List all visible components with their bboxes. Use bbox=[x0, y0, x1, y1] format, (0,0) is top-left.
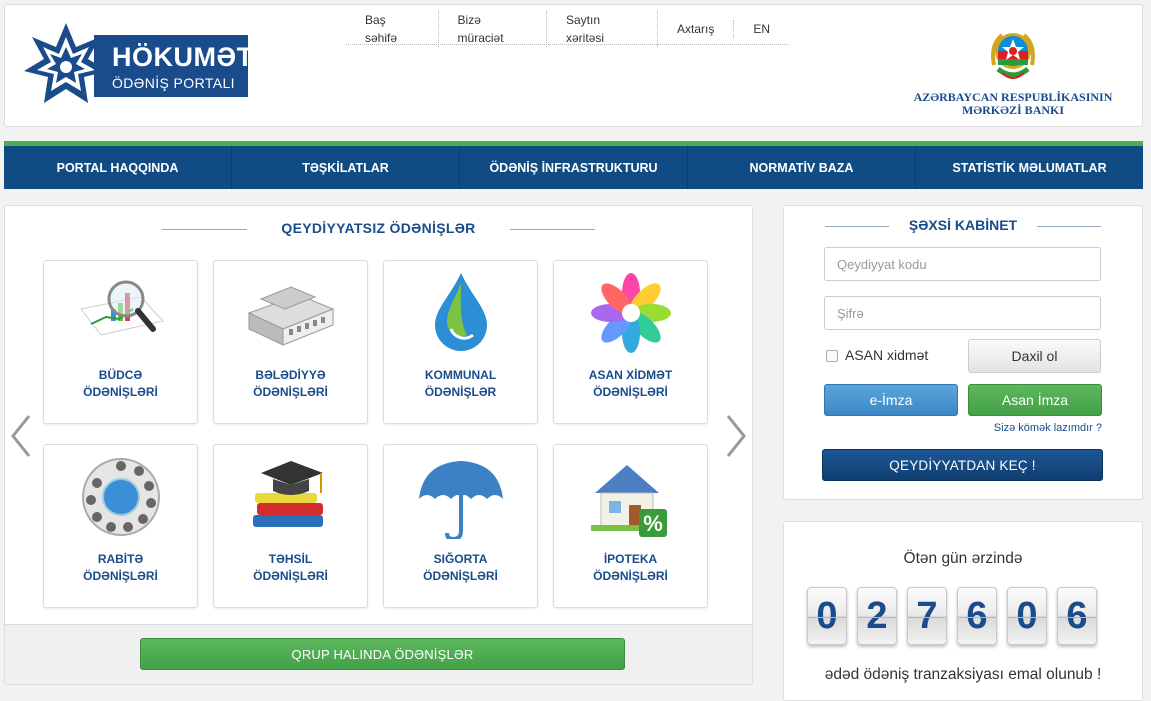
phone-dial-icon bbox=[82, 458, 160, 536]
bank-name-line2: MƏRKƏZİ BANKI bbox=[961, 103, 1065, 117]
payments-panel: QEYDİYYATSIZ ÖDƏNİŞLƏR BÜDCƏ ÖDƏNİŞLƏRİ bbox=[4, 205, 753, 685]
group-payments-button[interactable]: QRUP HALINDA ÖDƏNİŞLƏR bbox=[140, 638, 625, 670]
link-contact[interactable]: Bizə müraciət bbox=[439, 10, 547, 47]
cabinet-title-wrap: ŞƏXSİ KABİNET bbox=[784, 217, 1142, 233]
tile-label-line1: TƏHSİL bbox=[268, 552, 313, 566]
payments-title: QEYDİYYATSIZ ÖDƏNİŞLƏR bbox=[281, 220, 476, 236]
tile-label: BƏLƏDİYYƏ ÖDƏNİŞLƏRİ bbox=[214, 367, 367, 401]
tile-municipality[interactable]: BƏLƏDİYYƏ ÖDƏNİŞLƏRİ bbox=[213, 260, 368, 424]
tile-label-line1: SIĞORTA bbox=[433, 552, 488, 566]
tile-label-line1: RABİTƏ bbox=[97, 552, 144, 566]
counter-digit: 0 bbox=[807, 587, 847, 645]
link-language-en[interactable]: EN bbox=[734, 20, 789, 38]
group-payment-bar: QRUP HALINDA ÖDƏNİŞLƏR bbox=[5, 624, 752, 684]
asan-service-label: ASAN xidmət bbox=[845, 347, 929, 363]
tile-education[interactable]: TƏHSİL ÖDƏNİŞLƏRİ bbox=[213, 444, 368, 608]
register-button[interactable]: QEYDİYYATDAN KEÇ ! bbox=[822, 449, 1103, 481]
counter-digit: 6 bbox=[1057, 587, 1097, 645]
tile-label-line2: ÖDƏNİŞLƏRİ bbox=[253, 385, 328, 399]
tile-label: ASAN XİDMƏT ÖDƏNİŞLƏRİ bbox=[554, 367, 707, 401]
password-input[interactable]: Şifrə bbox=[824, 296, 1101, 330]
tile-label-line1: İPOTEKA bbox=[603, 552, 658, 566]
title-divider bbox=[509, 228, 595, 230]
house-percent-icon: % bbox=[591, 465, 667, 537]
cabinet-title: ŞƏXSİ KABİNET bbox=[908, 217, 1018, 233]
tile-label-line1: ASAN XİDMƏT bbox=[588, 368, 673, 382]
payments-title-wrap: QEYDİYYATSIZ ÖDƏNİŞLƏR bbox=[5, 220, 752, 236]
tile-label-line2: ÖDƏNİŞLƏRİ bbox=[423, 569, 498, 583]
nav-statistics[interactable]: STATİSTİK MƏLUMATLAR bbox=[916, 146, 1143, 189]
nav-organizations[interactable]: TƏŞKİLATLAR bbox=[232, 146, 460, 189]
tile-label-line2: ÖDƏNİŞLƏRİ bbox=[593, 569, 668, 583]
tile-label: SIĞORTA ÖDƏNİŞLƏRİ bbox=[384, 551, 537, 585]
counter-digits: 0 2 7 6 0 6 bbox=[807, 587, 1107, 645]
help-link[interactable]: Sizə kömək lazımdır ? bbox=[994, 422, 1102, 434]
nav-portal-about[interactable]: PORTAL HAQQINDA bbox=[4, 146, 232, 189]
login-button[interactable]: Daxil ol bbox=[968, 339, 1101, 373]
tile-label-line1: BÜDCƏ bbox=[98, 368, 143, 382]
graduation-books-icon bbox=[253, 461, 323, 527]
site-header: HÖKUMƏT ÖDƏNİŞ PORTALI Baş səhifə Bizə m… bbox=[4, 4, 1143, 127]
tile-label-line2: ÖDƏNİŞLƏRİ bbox=[253, 569, 328, 583]
tile-label: İPOTEKA ÖDƏNİŞLƏRİ bbox=[554, 551, 707, 585]
e-signature-button[interactable]: e-İmza bbox=[824, 384, 958, 416]
tile-insurance[interactable]: SIĞORTA ÖDƏNİŞLƏRİ bbox=[383, 444, 538, 608]
tile-label: KOMMUNAL ÖDƏNİŞLƏR bbox=[384, 367, 537, 401]
main-nav: PORTAL HAQQINDA TƏŞKİLATLAR ÖDƏNİŞ İNFRA… bbox=[4, 141, 1143, 189]
umbrella-icon bbox=[419, 461, 503, 539]
portal-logo[interactable]: HÖKUMƏT ÖDƏNİŞ PORTALI bbox=[24, 21, 253, 113]
counter-title: Ötən gün ərzində bbox=[903, 550, 1023, 567]
tile-utilities[interactable]: KOMMUNAL ÖDƏNİŞLƏR bbox=[383, 260, 538, 424]
tile-label-line2: ÖDƏNİŞLƏRİ bbox=[83, 385, 158, 399]
budget-chart-icon bbox=[80, 280, 164, 336]
link-sitemap[interactable]: Saytın xəritəsi bbox=[547, 10, 658, 47]
counter-digit: 2 bbox=[857, 587, 897, 645]
asan-flower-icon bbox=[591, 273, 671, 353]
tile-asan-service[interactable]: ASAN XİDMƏT ÖDƏNİŞLƏRİ bbox=[553, 260, 708, 424]
utility-drop-icon bbox=[435, 273, 487, 351]
asan-service-checkbox[interactable] bbox=[826, 350, 838, 362]
asan-signature-button[interactable]: Asan İmza bbox=[968, 384, 1102, 416]
bank-name: AZƏRBAYCAN RESPUBLİKASININ MƏRKƏZİ BANKI bbox=[908, 91, 1118, 117]
title-divider bbox=[1037, 225, 1102, 227]
nav-normative-base[interactable]: NORMATİV BAZA bbox=[688, 146, 916, 189]
svg-text:%: % bbox=[643, 511, 663, 536]
tile-communication[interactable]: RABİTƏ ÖDƏNİŞLƏRİ bbox=[43, 444, 198, 608]
link-search[interactable]: Axtarış bbox=[658, 19, 735, 38]
counter-footer: ədəd ödəniş tranzaksiyası emal olunub ! bbox=[824, 666, 1102, 683]
tile-label-line1: BƏLƏDİYYƏ bbox=[255, 368, 326, 382]
title-divider bbox=[162, 228, 248, 230]
counter-digit: 0 bbox=[1007, 587, 1047, 645]
registration-code-input[interactable]: Qeydiyyat kodu bbox=[824, 247, 1101, 281]
counter-digit: 6 bbox=[957, 587, 997, 645]
title-divider bbox=[824, 225, 889, 227]
municipality-building-icon bbox=[247, 286, 335, 346]
tile-mortgage[interactable]: % İPOTEKA ÖDƏNİŞLƏRİ bbox=[553, 444, 708, 608]
logo-text-box: HÖKUMƏT ÖDƏNİŞ PORTALI bbox=[94, 35, 253, 97]
nav-payment-infrastructure[interactable]: ÖDƏNİŞ İNFRASTRUKTURU bbox=[460, 146, 688, 189]
logo-title: HÖKUMƏT bbox=[112, 42, 254, 72]
link-home[interactable]: Baş səhifə bbox=[346, 10, 439, 47]
counter-digit: 7 bbox=[907, 587, 947, 645]
tile-label: TƏHSİL ÖDƏNİŞLƏRİ bbox=[214, 551, 367, 585]
tile-label-line1: KOMMUNAL bbox=[424, 368, 497, 382]
tile-label-line2: ÖDƏNİŞLƏRİ bbox=[593, 385, 668, 399]
tile-label-line2: ÖDƏNİŞLƏRİ bbox=[83, 569, 158, 583]
azerbaijan-emblem-icon bbox=[991, 33, 1035, 79]
tile-label: RABİTƏ ÖDƏNİŞLƏRİ bbox=[44, 551, 197, 585]
tile-label-line2: ÖDƏNİŞLƏR bbox=[424, 385, 497, 399]
personal-cabinet-panel: ŞƏXSİ KABİNET Qeydiyyat kodu Şifrə ASAN … bbox=[783, 205, 1143, 500]
top-links: Baş səhifə Bizə müraciət Saytın xəritəsi… bbox=[346, 10, 789, 47]
carousel-next-arrow-icon[interactable] bbox=[724, 412, 748, 460]
tile-budget[interactable]: BÜDCƏ ÖDƏNİŞLƏRİ bbox=[43, 260, 198, 424]
tile-label: BÜDCƏ ÖDƏNİŞLƏRİ bbox=[44, 367, 197, 401]
logo-subtitle: ÖDƏNİŞ PORTALI bbox=[112, 75, 235, 91]
central-bank-logo[interactable]: AZƏRBAYCAN RESPUBLİKASININ MƏRKƏZİ BANKI bbox=[908, 25, 1118, 117]
transaction-counter-panel: Ötən gün ərzində 0 2 7 6 0 6 ədəd ödəniş… bbox=[783, 521, 1143, 701]
carousel-prev-arrow-icon[interactable] bbox=[9, 412, 33, 460]
